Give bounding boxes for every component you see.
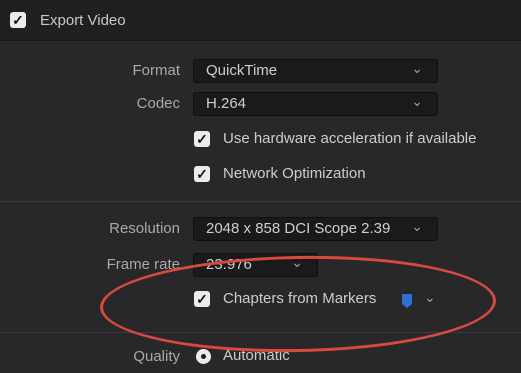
resolution-value: 2048 x 858 DCI Scope 2.39 — [206, 220, 391, 237]
chevron-down-icon: ⌄ — [411, 93, 423, 109]
section-divider — [0, 201, 521, 202]
format-value: QuickTime — [206, 62, 278, 79]
checkmark-icon: ✓ — [12, 12, 24, 28]
hw-accel-checkbox[interactable]: ✓ — [194, 131, 210, 147]
chevron-down-icon: ⌄ — [411, 218, 423, 234]
codec-dropdown[interactable]: H.264 ⌄ — [193, 92, 438, 116]
resolution-dropdown[interactable]: 2048 x 858 DCI Scope 2.39 ⌄ — [193, 217, 438, 241]
checkmark-icon: ✓ — [196, 131, 208, 147]
network-opt-checkbox[interactable]: ✓ — [194, 166, 210, 182]
frame-rate-label: Frame rate — [106, 256, 180, 273]
resolution-label: Resolution — [109, 220, 180, 237]
codec-label: Codec — [136, 95, 180, 112]
quality-label: Quality — [133, 348, 180, 365]
quality-automatic-radio[interactable] — [196, 349, 211, 364]
export-video-checkbox[interactable]: ✓ — [10, 12, 26, 28]
export-settings-panel: ✓ Export Video Format QuickTime ⌄ Codec … — [0, 0, 521, 373]
format-dropdown[interactable]: QuickTime ⌄ — [193, 59, 438, 83]
export-video-header: ✓ Export Video — [0, 0, 521, 41]
export-video-label: Export Video — [40, 12, 126, 29]
radio-dot-icon — [201, 354, 206, 359]
hw-accel-label: Use hardware acceleration if available — [223, 130, 477, 147]
codec-value: H.264 — [206, 95, 247, 112]
format-label: Format — [132, 62, 180, 79]
checkmark-icon: ✓ — [196, 166, 208, 182]
network-opt-label: Network Optimization — [223, 165, 366, 182]
chevron-down-icon: ⌄ — [411, 60, 423, 76]
